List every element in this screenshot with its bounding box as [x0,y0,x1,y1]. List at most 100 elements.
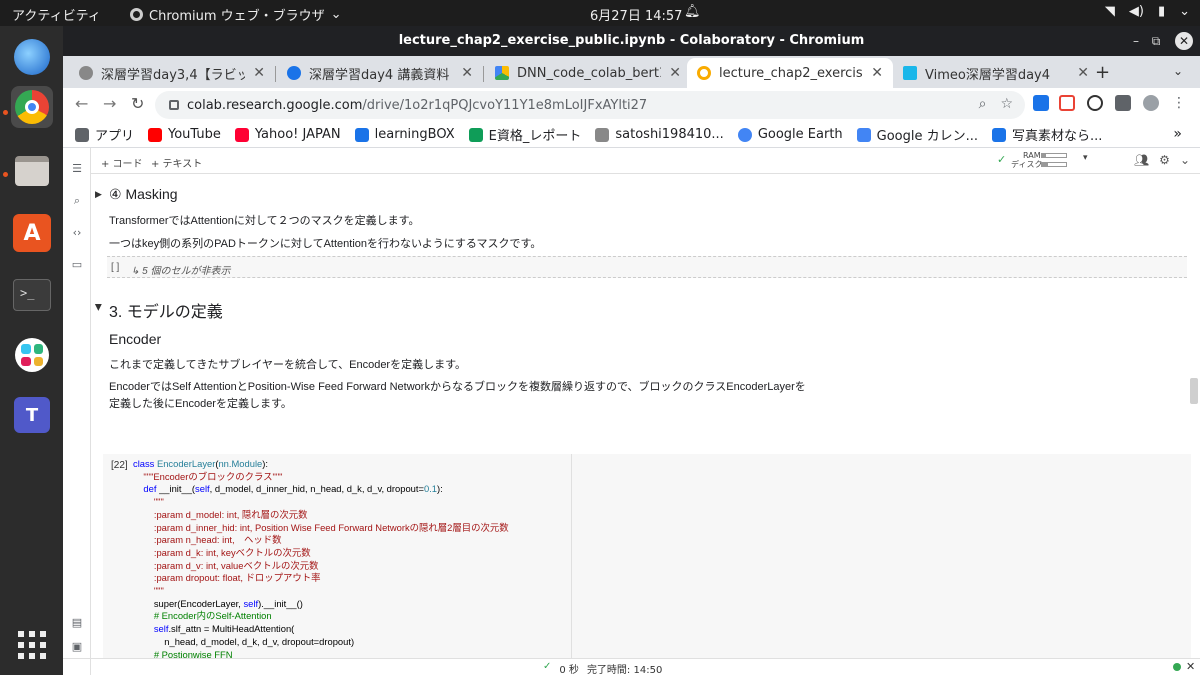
tab-4-active[interactable]: lecture_chap2_exercise_ ✕ [687,58,893,88]
toc-icon[interactable]: ☰ [70,162,84,176]
zoom-search-icon[interactable]: ⌕ [979,96,987,112]
collapse-chevron-icon[interactable]: ⌄ [1180,153,1190,167]
dock-thunderbird[interactable] [11,36,53,78]
dock-software[interactable]: A [11,212,53,254]
forward-button[interactable]: → [103,94,116,113]
web-icon [595,127,610,142]
restore-button[interactable]: ⧉ [1147,32,1165,50]
bookmark-google-earth[interactable]: Google Earth [737,127,843,142]
collapse-triangle-icon[interactable]: ▶ [93,304,104,311]
dock-slack[interactable] [11,334,53,376]
more-bookmarks-icon[interactable]: » [1173,126,1182,142]
files-icon[interactable]: ▭ [70,258,84,272]
encoder-paragraph-3: 定義した後にEncoderを定義します。 [109,398,292,410]
masking-paragraph-1: TransformerではAttentionに対して２つのマスクを定義します。 [109,215,420,227]
code-snippets-icon[interactable]: ‹› [70,226,84,240]
profile-avatar[interactable] [1143,95,1159,111]
command-palette-icon[interactable]: ▤ [70,616,84,630]
execution-status[interactable]: ✓ 0 秒 完了時間: 14:50 [543,661,662,676]
ram-disk-indicator[interactable]: ✓ RAM ディスク ▾ [997,151,1088,169]
bookmark-label: Yahoo! JAPAN [254,127,341,142]
settings-gear-icon[interactable]: ⚙ [1159,153,1170,167]
hidden-cells-bracket: [ ] [111,262,120,273]
vimeo-icon [903,66,917,80]
bookmark-label: アプリ [95,129,135,144]
close-window-button[interactable]: ✕ [1175,32,1193,50]
status-bar: ✓ 0 秒 完了時間: 14:50 ✕ [63,658,1200,676]
teams-icon: T [14,397,50,433]
app-menu[interactable]: Chromium ウェブ・ブラウザ ⌄ [130,5,342,24]
bookmark-e-report[interactable]: E資格_レポート [468,125,582,144]
back-button[interactable]: ← [75,94,88,113]
tab-label: 深層学習day3,4【ラビッ [101,67,246,83]
bookmark-label: Google カレン... [876,129,979,144]
youtube-icon [148,127,163,142]
show-applications-button[interactable] [11,624,53,666]
bookmark-label: Google Earth [757,127,843,142]
puzzle-icon[interactable] [1115,95,1131,111]
add-code-button[interactable]: + コード [101,155,143,170]
tab-search-icon[interactable]: ⌄ [1173,64,1183,78]
software-store-icon: A [13,214,51,252]
close-tab-icon[interactable]: ✕ [871,65,883,81]
system-tray[interactable]: ◥ ◀) ▮ ⌄ [1105,4,1190,19]
close-tab-icon[interactable]: ✕ [253,65,265,81]
chromium-icon [130,8,143,21]
browser-menu-icon[interactable]: ⋮ [1171,95,1187,111]
bookmark-satoshi[interactable]: satoshi198410... [595,127,724,142]
bookmark-yahoo[interactable]: Yahoo! JAPAN [234,127,341,142]
new-tab-button[interactable]: + [1095,62,1110,83]
scrollbar-thumb[interactable] [1190,378,1198,404]
activities-button[interactable]: アクティビティ [12,5,101,24]
gmail-icon[interactable] [1059,95,1075,111]
dock-terminal[interactable]: >_ [11,274,53,316]
check-icon: ✓ [543,661,552,672]
alert-icon[interactable] [1087,95,1103,111]
lock-icon [169,100,179,110]
minimize-button[interactable]: – [1127,32,1145,50]
code-editor[interactable]: class EncoderLayer(nn.Module): """Encode… [133,458,509,658]
tab-2[interactable]: 深層学習day4 講義資料 ✕ [277,58,483,88]
share-users-icon[interactable]: 👥︎ [1134,153,1149,167]
dock-teams[interactable]: T [11,394,53,436]
bookmark-label: E資格_レポート [488,129,582,144]
clock[interactable]: 6月27日 14:57 [590,5,682,24]
chevron-down-icon: ▾ [1083,153,1088,163]
bookmark-photo[interactable]: 写真素材なら... [992,125,1102,144]
address-bar[interactable]: colab.research.google.com/drive/1o2r1qPQ… [155,91,1025,119]
google-earth-icon [737,127,752,142]
search-icon[interactable]: ⌕ [70,194,84,208]
dock-files[interactable] [11,150,53,192]
tab-1[interactable]: 深層学習day3,4【ラビッ ✕ [69,58,275,88]
tab-5[interactable]: Vimeo深層学習day4 ✕ [893,58,1099,88]
disk-bar [1041,162,1067,167]
code-cell[interactable]: [22] class EncoderLayer(nn.Module): """E… [103,454,1191,658]
colab-toolbar: + コード + テキスト ✓ RAM ディスク ▾ 👥︎ ⚙ ⌄ [91,148,1200,174]
tab-label: 深層学習day4 講義資料 [309,67,450,83]
close-tab-icon[interactable]: ✕ [461,65,473,81]
add-text-button[interactable]: + テキスト [151,155,202,170]
masking-heading: ④ Masking [109,186,178,202]
completion-time: 完了時間: 14:50 [586,665,663,676]
collapse-triangle-icon[interactable]: ▶ [95,189,102,200]
bookmark-star-icon[interactable]: ☆ [1000,96,1013,112]
bookmark-learningbox[interactable]: learningBOX [354,127,455,142]
tab-favicon [79,66,93,80]
extension-icon[interactable] [1033,95,1049,111]
app-menu-label: Chromium ウェブ・ブラウザ [149,9,325,24]
bookmark-youtube[interactable]: YouTube [148,127,221,142]
hidden-cells-bar[interactable]: [ ] ↳ 5 個のセルが非表示 [107,256,1187,278]
tab-3[interactable]: DNN_code_colab_bert1b ✕ [485,58,691,88]
bookmark-apps[interactable]: アプリ [75,125,134,144]
chevron-down-icon: ⌄ [1179,4,1190,19]
close-tab-icon[interactable]: ✕ [1077,65,1089,81]
bookmark-label: 写真素材なら... [1012,129,1103,144]
tab-favicon [287,66,301,80]
dock-chromium[interactable] [11,86,53,128]
reload-button[interactable]: ↻ [131,94,144,113]
close-tab-icon[interactable]: ✕ [669,65,681,81]
terminal-icon[interactable]: ▣ [70,640,84,654]
disk-label: ディスク [1011,160,1043,169]
bookmark-google-calendar[interactable]: Google カレン... [856,125,979,144]
close-status-icon[interactable]: ✕ [1186,660,1195,673]
